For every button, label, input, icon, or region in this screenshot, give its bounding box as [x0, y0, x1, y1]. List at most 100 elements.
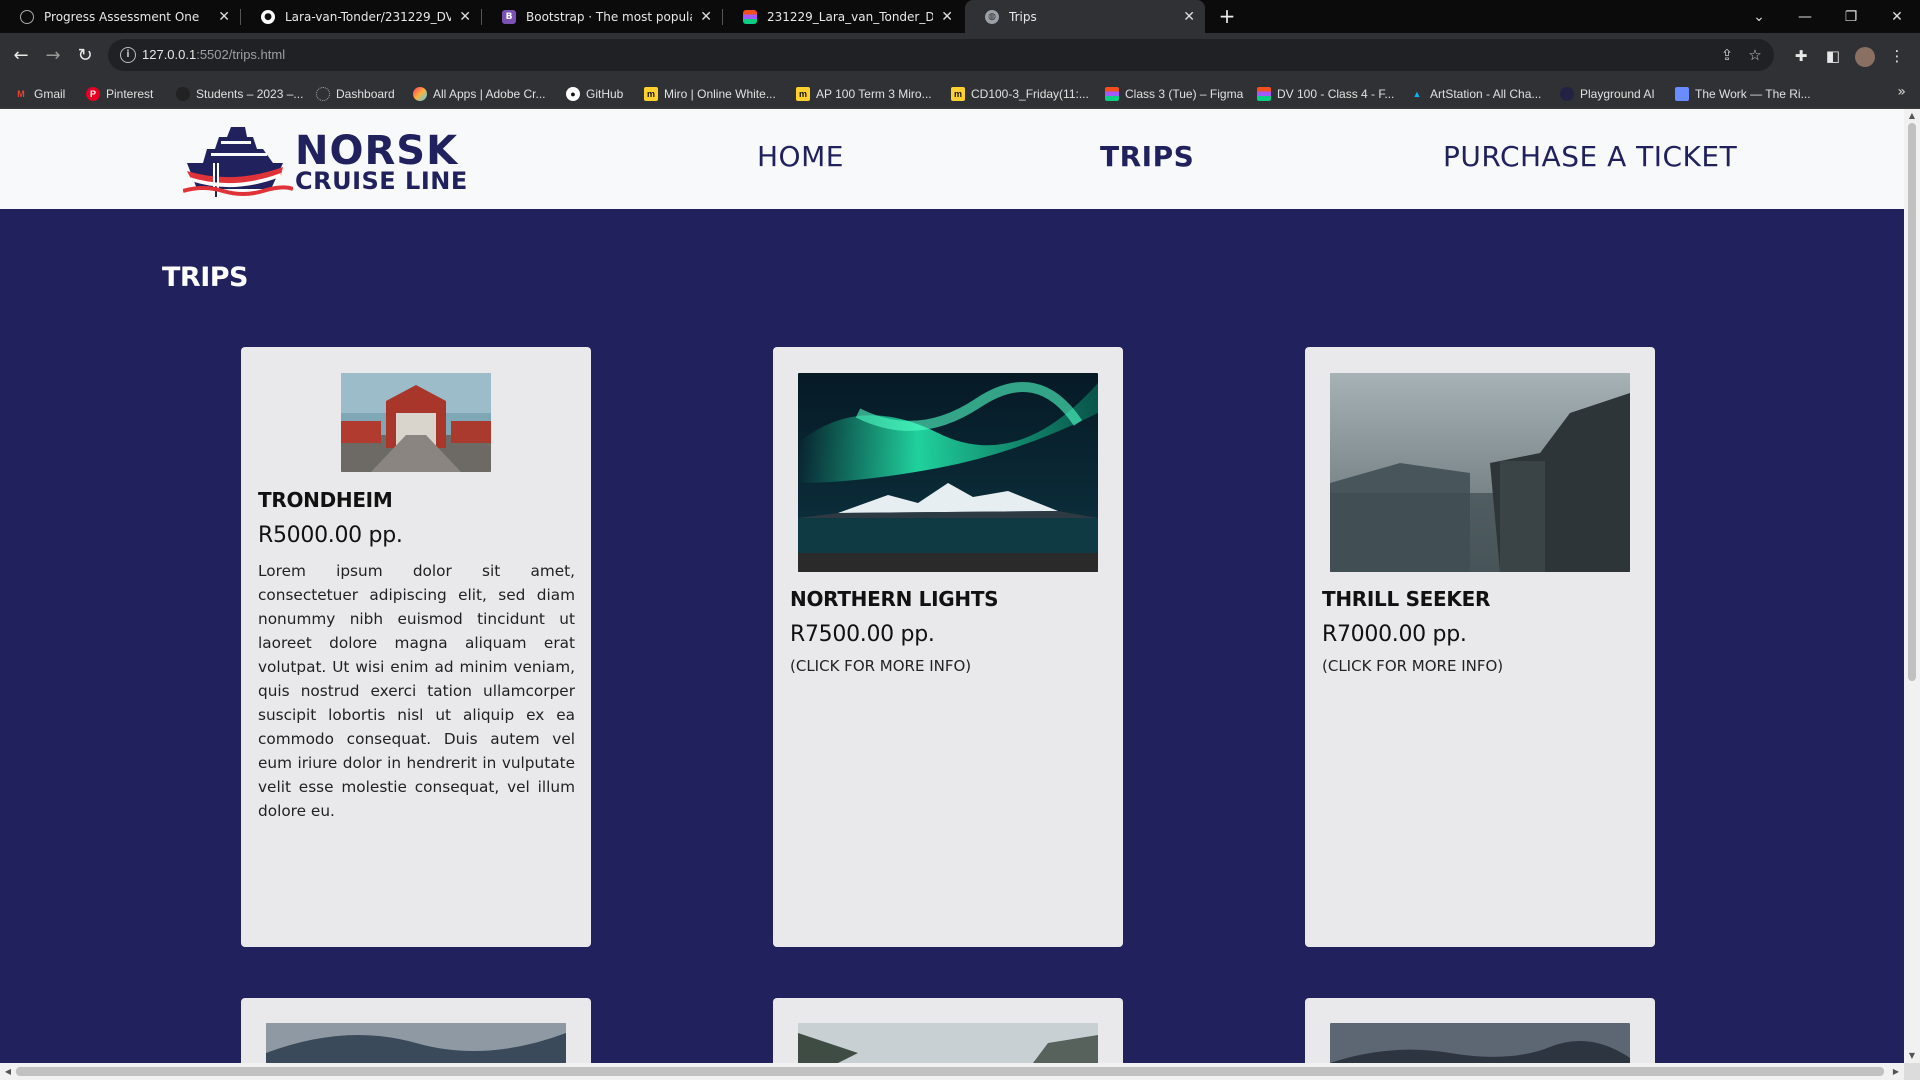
tab-label: Progress Assessment One — [44, 9, 200, 24]
figma-icon — [1105, 86, 1119, 101]
tab-bootstrap[interactable]: B Bootstrap · The most popular HT ✕ — [482, 0, 722, 33]
more-bookmarks-icon[interactable]: » — [1897, 84, 1906, 100]
scroll-right-icon[interactable]: ▶ — [1888, 1063, 1904, 1080]
bookmark-label: AP 100 Term 3 Miro... — [816, 86, 932, 101]
tab-github[interactable]: ● Lara-van-Tonder/231229_DV100_ ✕ — [241, 0, 481, 33]
trip-card[interactable] — [241, 998, 591, 1063]
page-title: TRIPS — [162, 262, 249, 293]
bookmark-artstation[interactable]: ▲ ArtStation - All Cha... — [1410, 78, 1542, 109]
figma-icon — [1257, 86, 1271, 101]
share-icon[interactable]: ⇪ — [1718, 46, 1736, 64]
gmail-icon: M — [17, 88, 25, 99]
url-text: 127.0.0.1:5502/trips.html — [142, 47, 285, 62]
logo-wordmark: NORSK — [295, 128, 459, 174]
github-icon: ● — [566, 86, 580, 101]
trip-image — [1330, 1023, 1630, 1063]
menu-icon[interactable]: ⋮ — [1884, 43, 1910, 69]
cruise-ship-logo-icon — [183, 127, 293, 197]
trip-price: R5000.00 pp. — [258, 523, 403, 548]
nav-home[interactable]: HOME — [757, 137, 844, 177]
norsk-logo[interactable]: NORSK CRUISE LINE — [183, 119, 493, 199]
github-icon: ● — [261, 9, 275, 24]
address-toolbar: ← → ↻ i 127.0.0.1:5502/trips.html ⇪ ☆ ✚ … — [0, 33, 1920, 78]
scrollbar-corner — [1904, 1063, 1920, 1080]
trip-card-northern-lights[interactable]: NORTHERN LIGHTS R7500.00 pp. (CLICK FOR … — [773, 347, 1123, 947]
close-icon[interactable]: ✕ — [1183, 9, 1195, 25]
bookmark-star-icon[interactable]: ☆ — [1746, 46, 1764, 64]
url-host: 127.0.0.1 — [142, 47, 197, 62]
bookmark-class3-figma[interactable]: Class 3 (Tue) – Figma — [1105, 78, 1243, 109]
bookmark-dv100[interactable]: DV 100 - Class 4 - F... — [1257, 78, 1394, 109]
bookmark-label: DV 100 - Class 4 - F... — [1277, 86, 1395, 101]
trip-card[interactable] — [1305, 998, 1655, 1063]
miro-icon: m — [796, 86, 810, 101]
site-info-icon[interactable]: i — [120, 47, 136, 63]
globe-icon: ◍ — [985, 9, 999, 24]
tab-progress-assessment[interactable]: Progress Assessment One ✕ — [0, 0, 240, 33]
more-info-link[interactable]: (CLICK FOR MORE INFO) — [790, 657, 971, 675]
scroll-down-icon[interactable]: ▼ — [1904, 1049, 1920, 1063]
more-info-link[interactable]: (CLICK FOR MORE INFO) — [1322, 657, 1503, 675]
scroll-left-icon[interactable]: ◀ — [0, 1063, 16, 1080]
bookmark-the-work[interactable]: The Work — The Ri... — [1675, 78, 1811, 109]
extensions-icon[interactable]: ✚ — [1788, 43, 1814, 69]
bookmark-playground[interactable]: Playground AI — [1560, 78, 1655, 109]
restore-button[interactable]: ❐ — [1828, 0, 1874, 33]
page-viewport: NORSK CRUISE LINE HOME TRIPS PURCHASE A … — [0, 109, 1904, 1063]
close-icon[interactable]: ✕ — [218, 9, 230, 25]
bookmark-dashboard[interactable]: Dashboard — [316, 78, 395, 109]
nav-trips[interactable]: TRIPS — [1100, 137, 1194, 177]
back-button[interactable]: ← — [8, 43, 34, 69]
bookmark-gmail[interactable]: M Gmail — [14, 78, 65, 109]
bookmark-pinterest[interactable]: P Pinterest — [86, 78, 153, 109]
close-icon[interactable]: ✕ — [700, 9, 712, 25]
nav-purchase-ticket[interactable]: PURCHASE A TICKET — [1443, 137, 1737, 177]
trip-description: Lorem ipsum dolor sit amet, consectetuer… — [258, 562, 575, 820]
trip-image — [266, 1023, 566, 1063]
trip-card-thrill-seeker[interactable]: THRILL SEEKER R7000.00 pp. (CLICK FOR MO… — [1305, 347, 1655, 947]
bookmark-label: Playground AI — [1580, 86, 1655, 101]
bookmark-label: Dashboard — [336, 86, 395, 101]
globe-icon — [176, 86, 190, 101]
trondheim-image — [341, 373, 491, 472]
bookmark-ap100[interactable]: m AP 100 Term 3 Miro... — [796, 78, 932, 109]
miro-icon: m — [951, 86, 965, 101]
bookmark-label: The Work — The Ri... — [1695, 86, 1811, 101]
tab-trips[interactable]: ◍ Trips ✕ — [965, 0, 1205, 33]
tab-figma[interactable]: 231229_Lara_van_Tonder_DV100_ ✕ — [723, 0, 963, 33]
bookmark-miro[interactable]: m Miro | Online White... — [644, 78, 776, 109]
bookmark-students[interactable]: Students – 2023 –... — [176, 78, 303, 109]
address-bar[interactable]: i 127.0.0.1:5502/trips.html ⇪ ☆ — [108, 39, 1774, 71]
new-tab-button[interactable]: + — [1215, 4, 1239, 28]
bookmark-github[interactable]: ● GitHub — [566, 78, 623, 109]
reload-button[interactable]: ↻ — [72, 43, 98, 69]
trip-title: NORTHERN LIGHTS — [790, 587, 999, 611]
trip-card[interactable] — [773, 998, 1123, 1063]
bookmark-adobe[interactable]: All Apps | Adobe Cr... — [413, 78, 546, 109]
trip-price: R7500.00 pp. — [790, 622, 935, 647]
the-work-icon — [1675, 86, 1689, 101]
trip-card-trondheim[interactable]: TRONDHEIM R5000.00 pp. Lorem ipsum dolor… — [241, 347, 591, 947]
tab-search-icon[interactable]: ⌄ — [1736, 0, 1782, 33]
figma-icon — [743, 9, 757, 24]
forward-button[interactable]: → — [40, 43, 66, 69]
bookmark-label: Students – 2023 –... — [196, 86, 304, 101]
window-close-button[interactable]: ✕ — [1874, 0, 1920, 33]
bookmark-cd100[interactable]: m CD100-3_Friday(11:... — [951, 78, 1089, 109]
horizontal-scrollbar[interactable]: ◀ ▶ — [0, 1063, 1904, 1080]
tab-strip: Progress Assessment One ✕ ● Lara-van-Ton… — [0, 0, 1920, 33]
bookmark-label: Class 3 (Tue) – Figma — [1125, 86, 1244, 101]
close-icon[interactable]: ✕ — [459, 9, 471, 25]
scrollbar-thumb[interactable] — [1908, 123, 1916, 681]
playground-ai-icon — [1560, 86, 1574, 101]
minimize-button[interactable]: — — [1782, 0, 1828, 33]
pinterest-icon: P — [86, 86, 100, 101]
scrollbar-thumb[interactable] — [16, 1067, 1884, 1076]
close-icon[interactable]: ✕ — [941, 9, 953, 25]
bootstrap-icon: B — [502, 9, 516, 24]
vertical-scrollbar[interactable]: ▲ ▼ — [1904, 109, 1920, 1063]
trip-title: THRILL SEEKER — [1322, 587, 1491, 611]
scroll-up-icon[interactable]: ▲ — [1904, 109, 1920, 123]
profile-avatar[interactable] — [1852, 43, 1878, 69]
side-panel-icon[interactable]: ◧ — [1820, 43, 1846, 69]
